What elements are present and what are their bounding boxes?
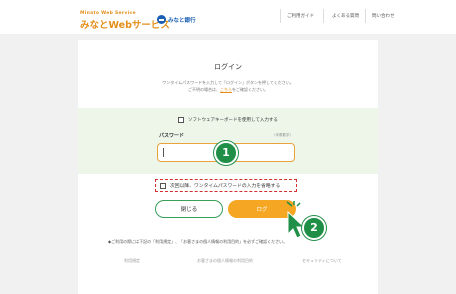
software-keyboard-checkbox[interactable] <box>178 117 184 123</box>
software-keyboard-option[interactable]: ソフトウェアキーボードを使用して入力する <box>178 117 278 123</box>
skip-otp-checkbox[interactable] <box>160 182 166 189</box>
skip-otp-option[interactable]: 次回以降、ワンタイムパスワードの入力を省略する <box>155 179 297 192</box>
bank-logo: みなと銀行 <box>157 15 196 24</box>
instruction-line-2: ご不明の場合は、こちらをご確認ください。 <box>0 87 456 93</box>
skip-otp-label: 次回以降、ワンタイムパスワードの入力を省略する <box>170 184 281 189</box>
bank-name: みなと銀行 <box>168 17 196 24</box>
instruction-prefix: ご不明の場合は、 <box>188 87 220 92</box>
footer-privacy-link[interactable]: お客さまの個人情報の利用目的 <box>197 258 253 264</box>
step-1-badge: 1 <box>214 141 238 165</box>
nav-contact-link[interactable]: 問い合わせ <box>372 13 395 19</box>
footer-terms-link[interactable]: 利用規定 <box>124 258 140 264</box>
nav-divider <box>365 9 366 23</box>
terms-notice: ◆ご利用の際には下記の「利用規定」、「お客さまの個人情報の利用目的」を必ずご確認… <box>108 239 288 244</box>
brand-subtitle: Minato Web Service <box>80 11 136 16</box>
instruction-suffix: をご確認ください。 <box>232 87 268 92</box>
password-label: パスワード <box>159 133 185 139</box>
nav-divider <box>323 9 324 23</box>
software-keyboard-label: ソフトウェアキーボードを使用して入力する <box>188 118 278 123</box>
bank-mark-icon <box>157 15 166 24</box>
nav-divider <box>280 9 281 23</box>
text-caret <box>163 148 164 157</box>
close-button[interactable]: 閉じる <box>155 200 223 218</box>
password-hint: （半角数字） <box>272 133 293 137</box>
nav-guide-link[interactable]: ご利用ガイド <box>287 13 314 19</box>
nav-faq-link[interactable]: よくある質問 <box>332 13 359 19</box>
help-link[interactable]: こちら <box>220 87 232 92</box>
footer-security-link[interactable]: セキュリティについて <box>302 258 342 264</box>
page-title: ログイン <box>214 63 242 71</box>
instruction-line-1: ワンタイムパスワードを入力して「ログイン」ボタンを押してください。 <box>162 80 294 85</box>
site-header: Minato Web Service みなとWebサービス みなと銀行 ご利用ガ… <box>0 0 456 34</box>
step-2-badge: 2 <box>302 216 326 240</box>
